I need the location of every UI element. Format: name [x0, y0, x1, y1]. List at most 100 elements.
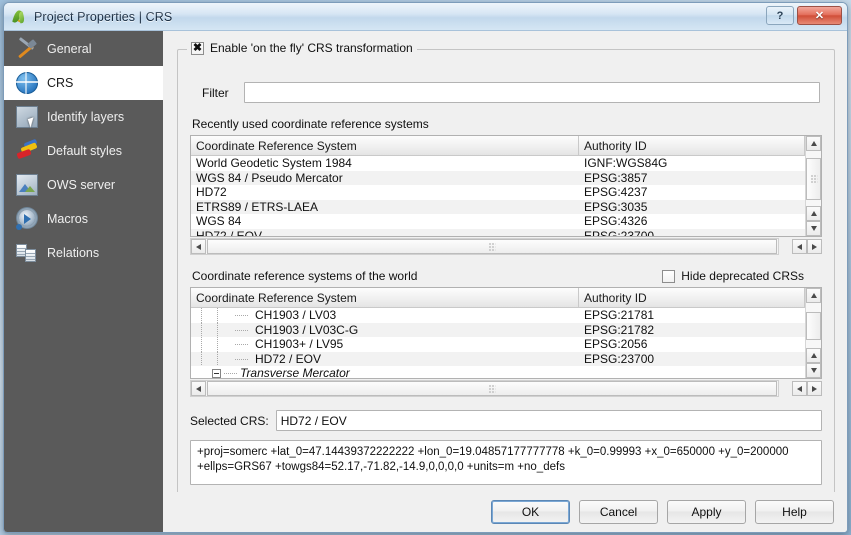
recent-crs-table: Coordinate Reference System Authority ID…: [190, 135, 822, 237]
qgis-icon: [11, 8, 28, 25]
cell-crs: WGS 84: [196, 214, 242, 229]
scroll-up-icon[interactable]: [806, 288, 821, 303]
enable-onthefly-row[interactable]: ✖ Enable 'on the fly' CRS transformation: [187, 41, 417, 55]
sidebar: General CRS Identify layers Default styl…: [4, 31, 163, 532]
sidebar-item-label: Macros: [47, 212, 88, 226]
globe-icon: [16, 72, 38, 94]
cell-authority: EPSG:3857: [584, 170, 648, 185]
enable-onthefly-label: Enable 'on the fly' CRS transformation: [210, 41, 413, 55]
cell-crs: World Geodetic System 1984: [196, 156, 352, 171]
tree-collapse-icon[interactable]: [212, 368, 221, 378]
cell-authority: EPSG:4237: [584, 185, 648, 200]
cell-crs-label: HD72 / EOV: [255, 351, 322, 366]
table-row[interactable]: WGS 84 / Pseudo Mercator EPSG:3857: [191, 170, 821, 185]
dialog-body: General CRS Identify layers Default styl…: [4, 31, 847, 532]
cell-crs: HD72 / EOV: [191, 351, 579, 366]
tree-indent: [191, 308, 255, 323]
scroll-right-step-icon[interactable]: [807, 239, 822, 254]
scroll-left-icon[interactable]: [191, 381, 206, 396]
filter-input[interactable]: [244, 82, 820, 103]
hide-deprecated-row[interactable]: Hide deprecated CRSs: [662, 269, 804, 283]
tree-indent: [191, 337, 255, 352]
sidebar-item-crs[interactable]: CRS: [4, 66, 163, 100]
cell-authority: EPSG:21781: [584, 308, 655, 323]
scroll-left-step-icon[interactable]: [792, 239, 807, 254]
ows-icon: [16, 174, 38, 196]
world-table-body: CH1903 / LV03 EPSG:21781 CH1903 / LV03C-…: [191, 308, 821, 378]
filter-row: Filter: [202, 82, 822, 103]
enable-onthefly-checkbox[interactable]: ✖: [191, 41, 204, 55]
hide-deprecated-checkbox[interactable]: [662, 269, 676, 283]
apply-button[interactable]: Apply: [667, 500, 746, 524]
ok-button[interactable]: OK: [491, 500, 570, 524]
scroll-thumb[interactable]: [806, 157, 821, 200]
recent-horizontal-scrollbar[interactable]: [190, 238, 779, 255]
scroll-up-step-icon[interactable]: [806, 206, 821, 221]
table-row[interactable]: HD72 EPSG:4237: [191, 185, 821, 200]
table-row[interactable]: HD72 / EOV EPSG:23700: [191, 228, 821, 236]
sidebar-item-ows-server[interactable]: OWS server: [4, 168, 163, 202]
column-header-crs[interactable]: Coordinate Reference System: [191, 288, 579, 307]
cell-crs: WGS 84 / Pseudo Mercator: [196, 170, 343, 185]
gear-play-icon: [16, 208, 38, 230]
sidebar-item-identify-layers[interactable]: Identify layers: [4, 100, 163, 134]
selected-crs-row: Selected CRS: HD72 / EOV: [190, 410, 822, 431]
filter-label: Filter: [202, 85, 229, 100]
table-row[interactable]: CH1903 / LV03 EPSG:21781: [191, 308, 821, 323]
recent-table-header: Coordinate Reference System Authority ID: [191, 136, 821, 156]
scroll-track-bottom[interactable]: [806, 339, 821, 348]
table-row[interactable]: Transverse Mercator: [191, 366, 821, 378]
cancel-button[interactable]: Cancel: [579, 500, 658, 524]
cell-crs: ETRS89 / ETRS-LAEA: [196, 199, 319, 214]
sidebar-item-relations[interactable]: Relations: [4, 236, 163, 270]
scroll-left-icon[interactable]: [191, 239, 206, 254]
tools-icon: [16, 37, 38, 60]
column-header-crs[interactable]: Coordinate Reference System: [191, 136, 579, 155]
cell-authority: EPSG:23700: [584, 351, 655, 366]
close-icon[interactable]: ✕: [797, 6, 842, 25]
column-header-authority[interactable]: Authority ID: [579, 288, 805, 307]
scroll-thumb[interactable]: [207, 381, 777, 396]
cell-authority: EPSG:3035: [584, 199, 648, 214]
world-horizontal-scrollbar[interactable]: [190, 380, 779, 397]
title-bar[interactable]: Project Properties | CRS ? ✕: [4, 3, 847, 31]
help-titlebar-button[interactable]: ?: [766, 6, 794, 25]
scroll-track-top[interactable]: [806, 303, 821, 312]
sidebar-item-general[interactable]: General: [4, 32, 163, 66]
sidebar-item-label: General: [47, 42, 92, 56]
tree-indent: [191, 351, 255, 366]
world-section-label: Coordinate reference systems of the worl…: [192, 269, 418, 283]
scroll-up-step-icon[interactable]: [806, 348, 821, 363]
table-row[interactable]: WGS 84 EPSG:4326: [191, 214, 821, 229]
paintbrush-icon: [16, 138, 38, 162]
recent-vertical-scrollbar[interactable]: [805, 136, 821, 236]
table-row[interactable]: CH1903 / LV03C-G EPSG:21782: [191, 322, 821, 337]
cell-authority: EPSG:21782: [584, 322, 655, 337]
table-row[interactable]: CH1903+ / LV95 EPSG:2056: [191, 337, 821, 352]
world-scroll-step-buttons: [792, 381, 822, 396]
scroll-down-icon[interactable]: [806, 363, 821, 378]
world-table-header: Coordinate Reference System Authority ID: [191, 288, 821, 308]
table-row[interactable]: World Geodetic System 1984 IGNF:WGS84G: [191, 156, 821, 171]
sidebar-item-macros[interactable]: Macros: [4, 202, 163, 236]
world-crs-table: Coordinate Reference System Authority ID…: [190, 287, 822, 379]
scroll-up-icon[interactable]: [806, 136, 821, 151]
scroll-thumb[interactable]: [207, 239, 777, 254]
table-row[interactable]: HD72 / EOV EPSG:23700: [191, 351, 821, 366]
world-vertical-scrollbar[interactable]: [805, 288, 821, 378]
table-row[interactable]: ETRS89 / ETRS-LAEA EPSG:3035: [191, 199, 821, 214]
scroll-right-step-icon[interactable]: [807, 381, 822, 396]
help-button[interactable]: Help: [755, 500, 834, 524]
selected-crs-field[interactable]: HD72 / EOV: [275, 410, 822, 431]
column-header-authority[interactable]: Authority ID: [579, 136, 805, 155]
cell-crs: CH1903+ / LV95: [191, 337, 579, 352]
scroll-thumb[interactable]: [806, 311, 821, 340]
sidebar-item-label: Identify layers: [47, 110, 125, 124]
cell-crs-label: Transverse Mercator: [240, 366, 350, 378]
project-properties-dialog: Project Properties | CRS ? ✕ General CRS…: [3, 2, 848, 533]
scroll-down-icon[interactable]: [806, 221, 821, 236]
proj-string-box[interactable]: +proj=somerc +lat_0=47.14439372222222 +l…: [190, 440, 822, 485]
sidebar-item-default-styles[interactable]: Default styles: [4, 134, 163, 168]
scroll-left-step-icon[interactable]: [792, 381, 807, 396]
world-horizontal-scroll-row: [190, 380, 822, 397]
